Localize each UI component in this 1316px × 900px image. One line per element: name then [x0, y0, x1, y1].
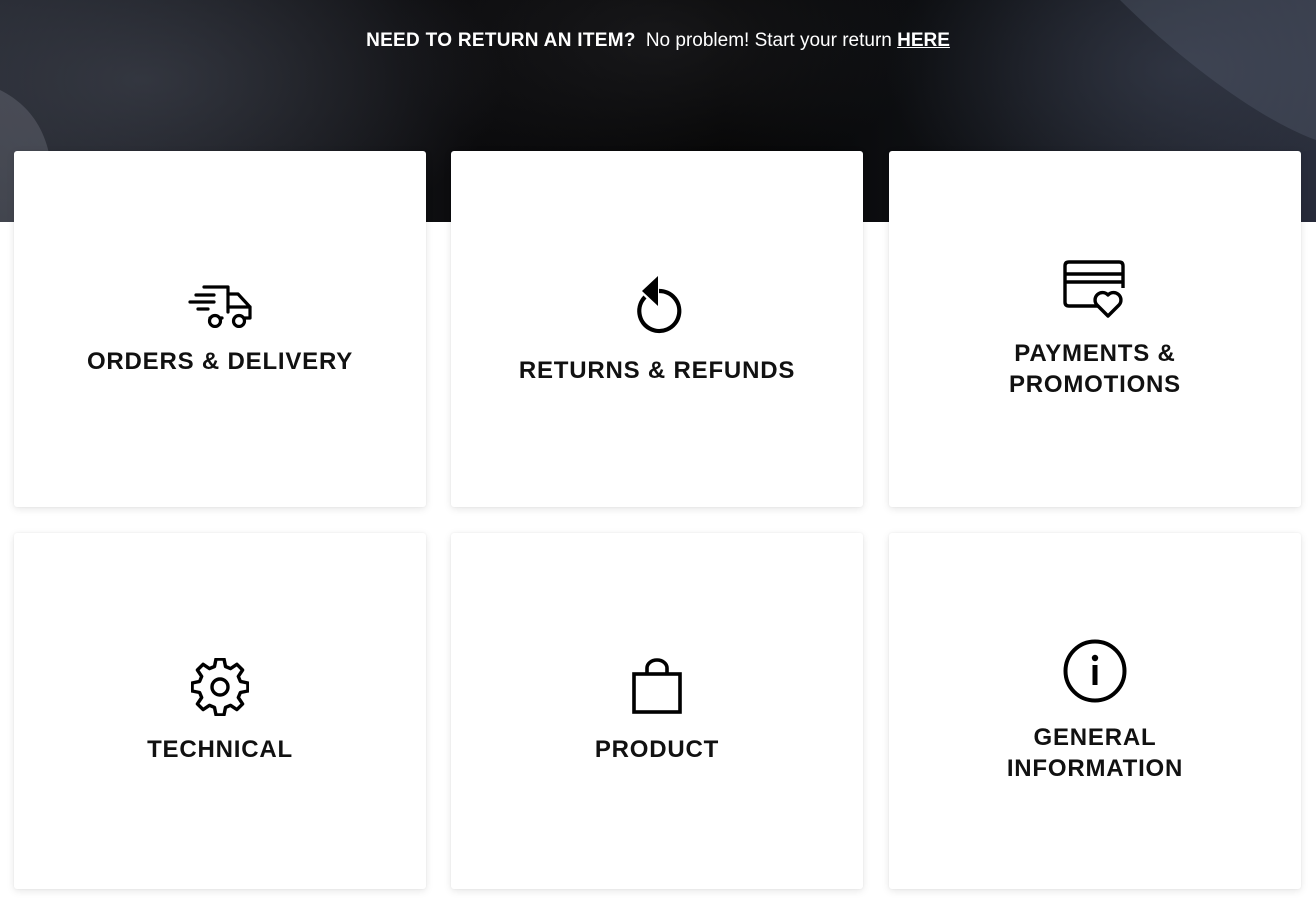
- return-banner-heading: NEED TO RETURN AN ITEM?: [366, 30, 636, 51]
- category-label: RETURNS & REFUNDS: [518, 356, 796, 384]
- credit-card-heart-icon: [1063, 260, 1125, 318]
- return-banner: NEED TO RETURN AN ITEM? No problem! Start…: [0, 28, 1316, 54]
- return-banner-message: No problem! Start your return: [645, 30, 892, 51]
- category-card-payments-promotions[interactable]: PAYMENTS & PROMOTIONS: [889, 151, 1301, 507]
- return-arrow-icon: [637, 275, 682, 333]
- category-label: GENERAL INFORMATION: [1006, 724, 1184, 782]
- info-icon: [1063, 639, 1127, 703]
- start-return-link[interactable]: HERE: [897, 30, 950, 51]
- category-label: ORDERS & DELIVERY: [86, 347, 354, 375]
- category-card-orders-delivery[interactable]: ORDERS & DELIVERY: [14, 151, 426, 507]
- shopping-bag-icon: [632, 657, 682, 714]
- category-card-technical[interactable]: TECHNICAL: [14, 533, 426, 889]
- gear-icon: [191, 657, 249, 716]
- category-card-returns-refunds[interactable]: RETURNS & REFUNDS: [451, 151, 863, 507]
- category-card-general-information[interactable]: GENERAL INFORMATION: [889, 533, 1301, 889]
- category-label: PAYMENTS & PROMOTIONS: [1008, 340, 1181, 398]
- category-label: TECHNICAL: [147, 735, 293, 763]
- category-label: PRODUCT: [594, 735, 720, 763]
- category-card-product[interactable]: PRODUCT: [451, 533, 863, 889]
- delivery-truck-icon: [188, 284, 252, 328]
